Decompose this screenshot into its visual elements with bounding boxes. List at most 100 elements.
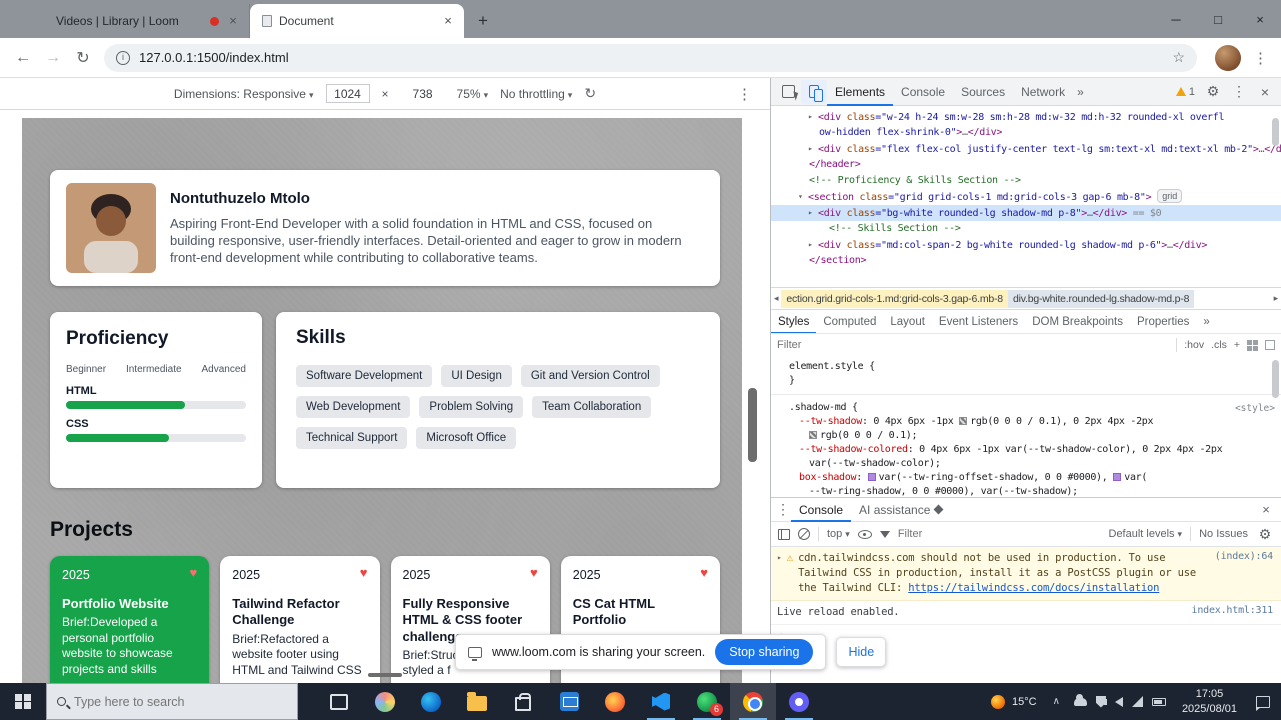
devtools-tab-elements[interactable]: Elements [827, 78, 893, 106]
breadcrumb-item[interactable]: ection.grid.grid-cols-1.md:grid-cols-3.g… [781, 289, 1008, 308]
firefox-button[interactable] [592, 683, 638, 720]
breadcrumb-item[interactable]: div.bg-white.rounded-lg.shadow-md.p-8 [1007, 289, 1195, 308]
code-token[interactable]: ▸ [808, 237, 818, 253]
tray-expand-icon[interactable]: ∧ [1047, 696, 1066, 707]
notification-center-button[interactable] [1245, 695, 1281, 711]
css-rule-line[interactable]: box-shadow: var(--tw-ring-offset-shadow,… [771, 471, 1281, 485]
tab-dom-breakpoints[interactable]: DOM Breakpoints [1025, 310, 1130, 333]
color-swatch-icon[interactable] [867, 473, 876, 481]
address-bar[interactable]: i 127.0.0.1:1500/index.html ☆ [104, 43, 1197, 72]
viewport-width-input[interactable] [325, 84, 370, 103]
inspect-element-icon[interactable] [775, 80, 801, 104]
viewport-height-input[interactable] [400, 84, 445, 103]
dom-tree-node[interactable]: <!-- Skills Section --> [771, 221, 1281, 237]
css-rule-line[interactable]: --tw-shadow: 0 4px 6px -1px rgb(0 0 0 / … [771, 415, 1281, 429]
console-filter-input[interactable] [897, 528, 1101, 540]
element-classes-button[interactable]: .cls [1211, 339, 1227, 351]
live-expression-icon[interactable] [857, 529, 872, 539]
devtools-close-icon[interactable]: × [1253, 84, 1277, 100]
issues-counter[interactable]: No Issues [1199, 528, 1248, 540]
mail-button[interactable] [546, 683, 592, 720]
chrome-button[interactable] [730, 683, 776, 720]
dom-tree-node[interactable]: <!-- Proficiency & Skills Section --> [771, 173, 1281, 189]
tab-close-button[interactable]: × [440, 13, 456, 29]
breadcrumb-left-icon[interactable]: ◂ [771, 293, 781, 304]
back-button[interactable]: ← [8, 43, 38, 73]
browser-menu-icon[interactable]: ⋮ [1249, 49, 1273, 67]
tab-event-listeners[interactable]: Event Listeners [932, 310, 1025, 333]
css-rule-line[interactable]: element.style { [771, 360, 1281, 374]
vscode-button[interactable] [638, 683, 684, 720]
tab-close-button[interactable]: × [225, 13, 241, 29]
console-settings-icon[interactable]: ⚙ [1256, 526, 1274, 543]
toggle-element-state-button[interactable]: :hov [1184, 339, 1204, 351]
log-levels-dropdown[interactable]: Default levels ▾ [1109, 528, 1183, 540]
store-button[interactable] [500, 683, 546, 720]
more-tabs-icon[interactable]: » [1073, 85, 1088, 99]
drawer-close-icon[interactable]: × [1255, 502, 1277, 517]
drawer-tab-console[interactable]: Console [791, 498, 851, 522]
reload-button[interactable]: ↻ [68, 43, 98, 73]
breadcrumb-right-icon[interactable]: ▸ [1271, 293, 1281, 304]
forward-button[interactable]: → [38, 43, 68, 73]
page-vertical-scrollbar[interactable] [748, 388, 757, 462]
color-swatch-icon[interactable] [959, 417, 968, 425]
drawer-tab-ai-assistance[interactable]: AI assistance [851, 498, 950, 522]
css-rule-line[interactable]: rgb(0 0 0 / 0.1); [771, 429, 1281, 443]
styles-filter-input[interactable] [777, 339, 1170, 351]
network-icon[interactable] [1131, 696, 1143, 707]
layout-badge[interactable]: grid [1157, 189, 1183, 203]
hide-share-bar-button[interactable]: Hide [836, 637, 887, 667]
css-rule-line[interactable]: --tw-shadow-colored: 0 4px 6px -1px var(… [771, 443, 1281, 457]
computed-sidebar-icon[interactable] [1265, 340, 1275, 350]
dom-tree-node[interactable]: ow-hidden flex-shrink-0">…</div> [771, 125, 1281, 141]
css-rule-line[interactable]: var(--tw-shadow-color); [771, 457, 1281, 471]
warning-link[interactable]: https://tailwindcss.com/docs/installatio… [908, 582, 1159, 594]
favorite-heart-icon[interactable]: ♥ [530, 565, 538, 580]
expand-icon[interactable]: ▸ [777, 551, 782, 562]
css-rule-line[interactable]: } [771, 374, 1281, 388]
drawer-menu-icon[interactable]: ⋮ [775, 501, 791, 518]
site-info-icon[interactable]: i [116, 50, 130, 65]
battery-icon[interactable] [1151, 697, 1166, 706]
tab-computed[interactable]: Computed [816, 310, 883, 333]
dom-tree-node[interactable]: ▾ <section class="grid grid-cols-1 md:gri… [771, 189, 1281, 205]
widgets-button[interactable] [362, 683, 408, 720]
devtools-tab-sources[interactable]: Sources [953, 78, 1013, 106]
console-sidebar-icon[interactable] [778, 528, 790, 540]
console-log-message[interactable]: Live reload enabled. index.html:311 [771, 601, 1281, 625]
message-source-link[interactable]: (index):64 [1207, 551, 1273, 562]
code-token[interactable]: ▸ [808, 205, 818, 221]
url-text[interactable]: 127.0.0.1:1500/index.html [139, 50, 289, 65]
taskbar-search[interactable] [46, 683, 298, 720]
onedrive-icon[interactable] [1073, 693, 1087, 706]
tab-properties[interactable]: Properties [1130, 310, 1196, 333]
style-source-link[interactable]: <style> [1235, 402, 1275, 415]
volume-icon[interactable] [1103, 696, 1123, 707]
color-swatch-icon[interactable] [1113, 473, 1122, 481]
new-tab-button[interactable]: + [470, 8, 496, 34]
devtools-menu-icon[interactable]: ⋮ [1227, 83, 1251, 100]
tab-document[interactable]: Document × [250, 4, 464, 38]
elements-scrollbar[interactable] [1272, 118, 1279, 146]
throttling-dropdown[interactable]: No throttling ▾ [500, 87, 572, 101]
stop-sharing-button[interactable]: Stop sharing [715, 639, 814, 665]
weather-widget[interactable]: 15°C [981, 694, 1047, 709]
code-token[interactable]: ▸ [808, 109, 818, 125]
console-warning-message[interactable]: ▸ ⚠ cdn.tailwindcss.com should not be us… [771, 547, 1281, 601]
color-swatch-icon[interactable] [809, 431, 817, 439]
dom-tree-node[interactable]: ▸ <div class="flex flex-col justify-cente… [771, 141, 1281, 157]
tab-loom[interactable]: Videos | Library | Loom × [44, 4, 250, 38]
css-rule-line[interactable]: --tw-ring-shadow, 0 0 #0000), var(--tw-s… [771, 485, 1281, 497]
more-styles-tabs-icon[interactable]: » [1196, 310, 1216, 333]
bookmark-star-icon[interactable]: ☆ [1172, 49, 1185, 66]
page-horizontal-scrollbar[interactable] [368, 673, 402, 677]
message-source-link[interactable]: index.html:311 [1184, 605, 1274, 616]
profile-avatar[interactable] [1215, 44, 1241, 71]
device-toolbar-menu-icon[interactable]: ⋮ [737, 85, 752, 103]
taskbar-clock[interactable]: 17:05 2025/08/01 [1174, 687, 1245, 716]
task-view-button[interactable] [316, 683, 362, 720]
devtools-tab-network[interactable]: Network [1013, 78, 1073, 106]
zoom-dropdown[interactable]: 75% ▾ [457, 87, 489, 101]
dom-tree-node[interactable]: ▸ <div class="bg-white rounded-lg shadow-… [771, 205, 1281, 221]
